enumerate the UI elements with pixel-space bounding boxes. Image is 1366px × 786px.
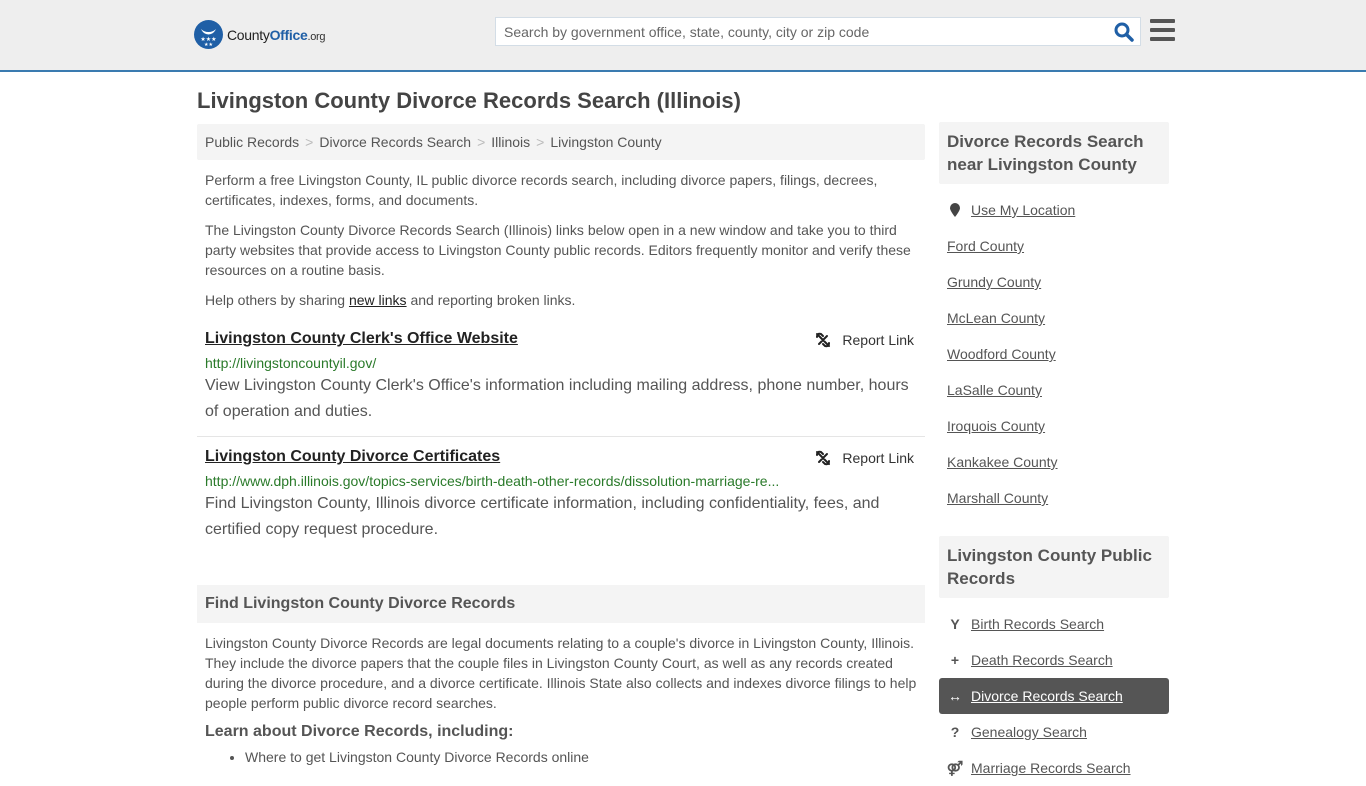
new-links-link[interactable]: new links — [349, 292, 407, 308]
search-input[interactable] — [496, 18, 1096, 45]
logo-text-office: Office — [269, 26, 308, 43]
search-box — [495, 17, 1141, 46]
public-record-item: ⚤ Marriage Records Search — [939, 750, 1169, 786]
resource-link-description: Find Livingston County, Illinois divorce… — [205, 495, 880, 538]
nearby-county-item: Iroquois County — [939, 408, 1169, 444]
public-record-item: + Death Records Search — [939, 642, 1169, 678]
nearby-county-link[interactable]: McLean County — [947, 310, 1045, 326]
question-icon: ? — [950, 724, 960, 740]
broken-link-icon — [816, 332, 831, 348]
learn-about-list: Where to get Livingston County Divorce R… — [245, 749, 925, 765]
breadcrumb-public-records[interactable]: Public Records — [205, 134, 299, 150]
genealogy-link[interactable]: Genealogy Search — [971, 724, 1087, 740]
nearby-county-item: Woodford County — [939, 336, 1169, 372]
nearby-county-item: McLean County — [939, 300, 1169, 336]
breadcrumb-illinois[interactable]: Illinois — [491, 134, 530, 150]
nearby-list: Use My Location Ford County Grundy Count… — [939, 192, 1169, 516]
broken-link-icon — [816, 450, 831, 466]
nearby-county-item: Kankakee County — [939, 444, 1169, 480]
menu-bar — [1150, 28, 1175, 32]
resource-link-url: http://www.dph.illinois.gov/topics-servi… — [205, 473, 780, 489]
eagle-stars-logo-icon: ★★★ ★★ — [194, 20, 223, 49]
nearby-county-link[interactable]: Iroquois County — [947, 418, 1045, 434]
arrows-horizontal-icon: ↔ — [948, 688, 962, 704]
public-records-heading: Livingston County Public Records — [939, 536, 1169, 598]
nearby-heading: Divorce Records Search near Livingston C… — [939, 122, 1169, 184]
resource-link-item: Livingston County Clerk's Office Website… — [197, 329, 925, 437]
search-icon[interactable] — [1114, 22, 1134, 42]
svg-text:★★: ★★ — [204, 42, 213, 48]
breadcrumb-separator: > — [536, 134, 545, 150]
learn-about-item: Where to get Livingston County Divorce R… — [245, 749, 925, 765]
report-link-button[interactable]: Report Link — [814, 331, 914, 349]
site-logo[interactable]: ★★★ ★★ CountyOffice.org — [194, 20, 326, 49]
share-text: Help others by sharing — [205, 292, 349, 308]
birth-records-link[interactable]: Birth Records Search — [971, 616, 1104, 632]
menu-bar — [1150, 19, 1175, 23]
nearby-county-link[interactable]: Grundy County — [947, 274, 1041, 290]
nearby-county-item: LaSalle County — [939, 372, 1169, 408]
intro-paragraph: Perform a free Livingston County, IL pub… — [205, 172, 878, 208]
report-link-button[interactable]: Report Link — [814, 449, 914, 467]
menu-bar — [1150, 37, 1175, 41]
map-marker-icon — [947, 202, 963, 218]
resource-link-title[interactable]: Livingston County Clerk's Office Website — [205, 329, 518, 349]
public-records-list: Y Birth Records Search + Death Records Sea… — [939, 606, 1169, 786]
logo-text-county: County — [227, 26, 270, 43]
breadcrumb-divorce-records-search[interactable]: Divorce Records Search — [319, 134, 471, 150]
nearby-county-item: Grundy County — [939, 264, 1169, 300]
find-records-heading: Find Livingston County Divorce Records — [197, 585, 925, 623]
resource-link-description: View Livingston County Clerk's Office's … — [205, 377, 909, 420]
child-icon: Y — [950, 616, 960, 632]
sidebar: Divorce Records Search near Livingston C… — [939, 122, 1169, 786]
breadcrumb: Public Records > Divorce Records Search > Il… — [197, 124, 925, 160]
intro-text: Perform a free Livingston County, IL pub… — [197, 170, 925, 310]
resource-link-url: http://livingstoncountyil.gov/ — [205, 355, 377, 371]
share-links-paragraph: Help others by sharing new links and rep… — [205, 290, 917, 310]
logo-wordmark: CountyOffice.org — [227, 26, 326, 43]
find-records-paragraph: Livingston County Divorce Records are le… — [205, 635, 917, 711]
share-text: and reporting broken links. — [406, 292, 576, 308]
nearby-county-link[interactable]: Woodford County — [947, 346, 1056, 362]
page-title: Livingston County Divorce Records Search… — [197, 88, 741, 113]
find-records-section: Livingston County Divorce Records are le… — [197, 633, 925, 765]
resource-link-title[interactable]: Livingston County Divorce Certificates — [205, 447, 500, 467]
main-content: Public Records > Divorce Records Search > Il… — [197, 124, 925, 765]
marriage-records-link[interactable]: Marriage Records Search — [971, 760, 1131, 776]
public-record-item-active: ↔ Divorce Records Search — [939, 678, 1169, 714]
nearby-county-link[interactable]: Ford County — [947, 238, 1024, 254]
death-records-link[interactable]: Death Records Search — [971, 652, 1113, 668]
breadcrumb-separator: > — [305, 134, 314, 150]
breadcrumb-livingston-county[interactable]: Livingston County — [550, 134, 661, 150]
nearby-county-link[interactable]: Marshall County — [947, 490, 1048, 506]
nearby-county-item: Ford County — [939, 228, 1169, 264]
site-header: ★★★ ★★ CountyOffice.org — [0, 0, 1366, 72]
public-record-item: ? Genealogy Search — [939, 714, 1169, 750]
learn-about-heading: Learn about Divorce Records, including: — [205, 723, 514, 740]
public-record-item: Y Birth Records Search — [939, 606, 1169, 642]
divorce-records-link[interactable]: Divorce Records Search — [971, 688, 1123, 704]
report-link-label: Report Link — [842, 332, 914, 348]
intro-paragraph: The Livingston County Divorce Records Se… — [205, 222, 911, 278]
report-link-label: Report Link — [842, 450, 914, 466]
use-location-item: Use My Location — [939, 192, 1169, 228]
hamburger-menu-icon[interactable] — [1150, 19, 1175, 41]
plus-icon: + — [950, 652, 960, 668]
nearby-county-link[interactable]: Kankakee County — [947, 454, 1058, 470]
use-my-location-link[interactable]: Use My Location — [971, 202, 1075, 218]
nearby-county-link[interactable]: LaSalle County — [947, 382, 1042, 398]
breadcrumb-separator: > — [477, 134, 486, 150]
logo-text-tld: .org — [307, 30, 326, 43]
gender-icon: ⚤ — [946, 759, 964, 776]
nearby-county-item: Marshall County — [939, 480, 1169, 516]
resource-link-item: Livingston County Divorce Certificates R… — [197, 447, 925, 543]
